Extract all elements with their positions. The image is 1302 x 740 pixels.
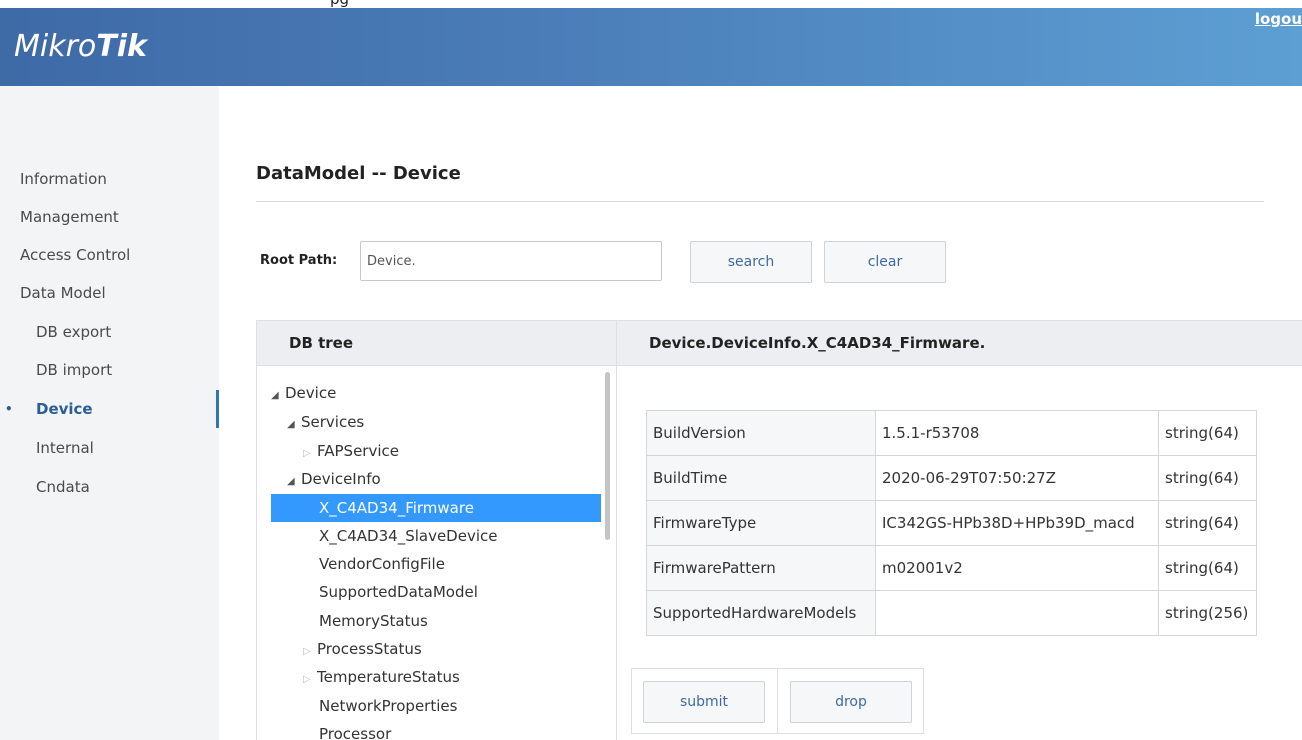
sidebar: Information Management Access Control Da…: [0, 86, 219, 740]
tree-node-label: X_C4AD34_Firmware: [319, 499, 474, 517]
tree-node-label: X_C4AD34_SlaveDevice: [319, 527, 498, 545]
tree-expand-icon[interactable]: ▷: [303, 638, 317, 666]
tree-node-label: TemperatureStatus: [317, 668, 460, 686]
tree-node-label: Processor: [319, 725, 392, 740]
mikrotik-logo: MikroTik: [14, 29, 147, 64]
search-button[interactable]: search: [690, 241, 812, 283]
sidebar-item-management[interactable]: Management: [0, 198, 219, 236]
table-row: FirmwarePattern m02001v2 string(64): [646, 545, 1257, 591]
sidebar-item-device[interactable]: • Device: [0, 390, 219, 428]
db-tree-header: DB tree: [256, 320, 617, 366]
sidebar-item-information[interactable]: Information: [0, 160, 219, 198]
tree-node-networkproperties[interactable]: NetworkProperties: [319, 692, 457, 720]
table-row: BuildTime 2020-06-29T07:50:27Z string(64…: [646, 455, 1257, 501]
tree-collapse-icon[interactable]: ◢: [287, 468, 301, 496]
top-header: MikroTik logou: [0, 8, 1302, 86]
tree-node-label: Device: [285, 384, 337, 402]
action-divider: [777, 668, 778, 734]
param-type: string(256): [1158, 590, 1257, 636]
active-bullet-icon: •: [5, 402, 13, 416]
tree-node-temperaturestatus[interactable]: ▷ TemperatureStatus: [303, 663, 460, 691]
param-name: SupportedHardwareModels: [646, 590, 876, 636]
param-value[interactable]: 2020-06-29T07:50:27Z: [875, 455, 1159, 501]
tree-node-deviceinfo[interactable]: ◢ DeviceInfo: [287, 465, 381, 493]
param-value[interactable]: 1.5.1-r53708: [875, 410, 1159, 456]
tree-node-supporteddatamodel[interactable]: SupportedDataModel: [319, 578, 478, 606]
sidebar-item-access-control[interactable]: Access Control: [0, 236, 219, 274]
tree-collapse-icon[interactable]: ◢: [287, 411, 301, 439]
sidebar-item-label: Cndata: [36, 478, 90, 496]
logout-link[interactable]: logou: [1255, 10, 1302, 28]
sidebar-item-label: Data Model: [20, 284, 106, 302]
tree-node-label: Services: [301, 413, 365, 431]
sidebar-item-label: DB import: [36, 361, 113, 379]
table-row: FirmwareType IC342GS-HPb38D+HPb39D_macd …: [646, 500, 1257, 546]
tree-node-x-c4ad34-slavedevice[interactable]: X_C4AD34_SlaveDevice: [319, 522, 497, 550]
clear-button[interactable]: clear: [824, 241, 946, 283]
sidebar-item-label: Information: [20, 170, 107, 188]
param-type: string(64): [1158, 410, 1257, 456]
param-type: string(64): [1158, 545, 1257, 591]
page-title: DataModel -- Device: [256, 163, 461, 184]
sidebar-item-label: DB export: [36, 323, 112, 341]
table-row: SupportedHardwareModels string(256): [646, 590, 1257, 636]
tree-node-services[interactable]: ◢ Services: [287, 408, 364, 436]
sidebar-item-db-import[interactable]: DB import: [0, 351, 219, 389]
sidebar-item-cndata[interactable]: Cndata: [0, 468, 219, 506]
root-path-label: Root Path:: [260, 253, 338, 268]
sidebar-item-data-model[interactable]: Data Model: [0, 274, 219, 312]
logo-text-part1: Mikro: [14, 29, 97, 64]
sidebar-item-label: Internal: [36, 439, 94, 457]
param-name: FirmwarePattern: [646, 545, 876, 591]
tree-node-label: ProcessStatus: [317, 640, 422, 658]
browser-tab-stub: pg: [0, 0, 1302, 8]
sidebar-item-label: Management: [20, 208, 119, 226]
tree-scrollbar[interactable]: [605, 372, 610, 540]
tree-node-vendorconfigfile[interactable]: VendorConfigFile: [319, 550, 445, 578]
root-path-input[interactable]: [360, 241, 662, 281]
tree-node-label: DeviceInfo: [301, 470, 381, 488]
sidebar-item-label: Access Control: [20, 246, 131, 264]
table-row: BuildVersion 1.5.1-r53708 string(64): [646, 410, 1257, 456]
param-value[interactable]: [875, 590, 1159, 636]
parameters-table: BuildVersion 1.5.1-r53708 string(64) Bui…: [646, 410, 1257, 636]
tree-node-fapservice[interactable]: ▷ FAPService: [303, 437, 399, 465]
param-name: FirmwareType: [646, 500, 876, 546]
param-type: string(64): [1158, 500, 1257, 546]
tree-node-label: SupportedDataModel: [319, 583, 478, 601]
title-divider: [256, 201, 1264, 202]
sidebar-item-internal[interactable]: Internal: [0, 429, 219, 467]
param-value[interactable]: IC342GS-HPb38D+HPb39D_macd: [875, 500, 1159, 546]
param-name: BuildVersion: [646, 410, 876, 456]
tree-expand-icon[interactable]: ▷: [303, 440, 317, 468]
tree-node-processor[interactable]: Processor: [319, 720, 391, 740]
detail-header: Device.DeviceInfo.X_C4AD34_Firmware.: [617, 320, 1302, 366]
sidebar-item-label: Device: [36, 400, 93, 418]
sidebar-item-db-export[interactable]: DB export: [0, 313, 219, 351]
tree-node-label: NetworkProperties: [319, 697, 458, 715]
tab-stub-text: pg: [330, 0, 349, 7]
tree-node-label: MemoryStatus: [319, 612, 428, 630]
db-tree-panel: ◢ Device ◢ Services ▷ FAPService ◢ DeviceInf…: [256, 366, 617, 740]
tree-node-processstatus[interactable]: ▷ ProcessStatus: [303, 635, 422, 663]
param-type: string(64): [1158, 455, 1257, 501]
tree-node-label: FAPService: [317, 442, 399, 460]
tree-collapse-icon[interactable]: ◢: [271, 382, 285, 410]
tree-expand-icon[interactable]: ▷: [303, 666, 317, 694]
param-value[interactable]: m02001v2: [875, 545, 1159, 591]
drop-button[interactable]: drop: [790, 681, 912, 723]
logo-text-part2: Tik: [96, 29, 147, 64]
param-name: BuildTime: [646, 455, 876, 501]
tree-node-x-c4ad34-firmware[interactable]: X_C4AD34_Firmware: [271, 494, 601, 522]
tree-node-label: VendorConfigFile: [319, 555, 445, 573]
tree-node-device[interactable]: ◢ Device: [271, 379, 336, 407]
submit-button[interactable]: submit: [643, 681, 765, 723]
tree-node-memorystatus[interactable]: MemoryStatus: [319, 607, 428, 635]
